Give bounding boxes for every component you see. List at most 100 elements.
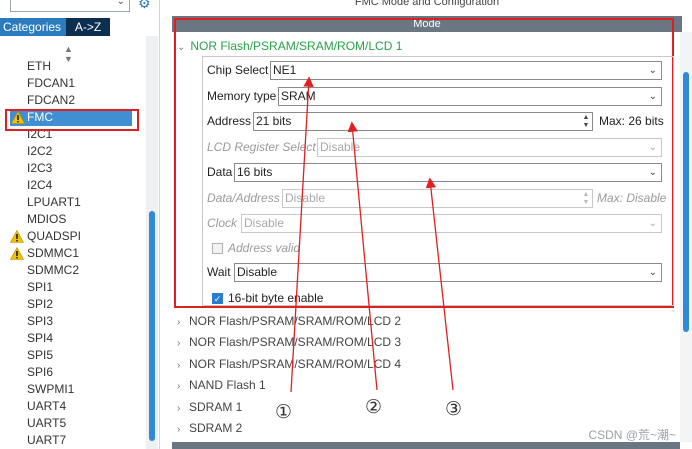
address-max: Max: 26 bits (599, 114, 664, 128)
address-row: Address 21 bits ▲ ▼ Max: 26 bits (207, 112, 667, 131)
sidebar-tabs: Categories A->Z (0, 18, 160, 36)
section-nor1-header[interactable]: ⌄ NOR Flash/PSRAM/SRAM/ROM/LCD 1 (177, 39, 402, 53)
sidebar-item-label: I2C2 (27, 144, 53, 158)
chevron-down-icon: ⌄ (648, 167, 657, 178)
sidebar-item-swpmi1[interactable]: SWPMI1 (0, 381, 146, 398)
sidebar-item-label: SPI1 (27, 280, 54, 294)
warning-icon (10, 230, 24, 243)
sidebar-item-spi3[interactable]: SPI3 (0, 313, 146, 330)
data-address-stepper[interactable]: Disable ▲ ▼ (282, 189, 593, 208)
memory-type-row: Memory type SRAM ⌄ (207, 87, 667, 106)
section-nor4[interactable]: › NOR Flash/PSRAM/SRAM/ROM/LCD 4 (177, 357, 401, 371)
spinner-arrows-icon[interactable]: ▲ ▼ (581, 191, 591, 207)
address-valid-checkbox[interactable] (212, 243, 223, 254)
sidebar-item-sdmmc2[interactable]: SDMMC2 (0, 262, 146, 279)
clock-label: Clock (207, 216, 238, 230)
sidebar-item-label: SPI5 (27, 348, 54, 362)
section-nor2[interactable]: › NOR Flash/PSRAM/SRAM/ROM/LCD 2 (177, 314, 401, 328)
sidebar-item-label: UART7 (27, 433, 67, 447)
sidebar-item-spi1[interactable]: SPI1 (0, 279, 146, 296)
tab-a-z[interactable]: A->Z (66, 18, 110, 36)
sidebar-item-lpuart1[interactable]: LPUART1 (0, 194, 146, 211)
address-stepper[interactable]: 21 bits ▲ ▼ (253, 112, 593, 131)
sidebar-item-label: SWPMI1 (27, 382, 75, 396)
annotation-label-2: ② (365, 396, 383, 418)
section-sdram2[interactable]: › SDRAM 2 (177, 421, 242, 435)
sidebar-item-uart5[interactable]: UART5 (0, 415, 146, 432)
address-valid-row: Address valid (207, 239, 667, 258)
memory-type-label: Memory type (207, 89, 277, 103)
sidebar-item-uart7[interactable]: UART7 (0, 432, 146, 449)
sidebar-item-label: QUADSPI (27, 229, 82, 243)
sidebar-item-eth[interactable]: ETH (0, 58, 146, 75)
sidebar-item-uart4[interactable]: UART4 (0, 398, 146, 415)
sidebar-scrollbar-thumb[interactable] (149, 211, 155, 441)
tab-categories[interactable]: Categories (0, 18, 66, 36)
chevron-down-icon: ⌄ (648, 65, 657, 76)
chevron-right-icon[interactable]: › (177, 381, 189, 392)
sidebar-item-label: SPI3 (27, 314, 54, 328)
sidebar-item-label: ETH (27, 59, 51, 73)
data-address-value: Disable (285, 191, 326, 205)
lcd-register-select-dropdown[interactable]: Disable ⌄ (317, 138, 662, 157)
section-nor3[interactable]: › NOR Flash/PSRAM/SRAM/ROM/LCD 3 (177, 335, 401, 349)
chevron-down-icon: ⌄ (648, 142, 657, 153)
chevron-right-icon[interactable]: › (177, 403, 189, 414)
clock-row: Clock Disable ⌄ (207, 214, 667, 233)
spinner-arrows-icon[interactable]: ▲ ▼ (581, 114, 591, 130)
sidebar-item-spi5[interactable]: SPI5 (0, 347, 146, 364)
sidebar-item-i2c3[interactable]: I2C3 (0, 160, 146, 177)
sidebar-item-sdmmc1[interactable]: SDMMC1 (0, 245, 146, 262)
chevron-right-icon[interactable]: › (177, 424, 189, 435)
memory-type-value: SRAM (281, 89, 316, 103)
sidebar-item-spi2[interactable]: SPI2 (0, 296, 146, 313)
chip-select-value: NE1 (273, 63, 297, 77)
sidebar-item-i2c2[interactable]: I2C2 (0, 143, 146, 160)
wait-dropdown[interactable]: Disable ⌄ (234, 263, 662, 282)
sidebar-item-label: LPUART1 (27, 195, 81, 209)
search-combo[interactable]: ⌄ (10, 0, 130, 12)
sidebar-item-label: UART4 (27, 399, 67, 413)
annotation-label-3: ③ (445, 398, 463, 420)
wait-value: Disable (237, 265, 278, 279)
sidebar-item-spi4[interactable]: SPI4 (0, 330, 146, 347)
sidebar-item-spi6[interactable]: SPI6 (0, 364, 146, 381)
configuration-header-bar (172, 442, 680, 449)
lcd-register-select-value: Disable (320, 140, 361, 154)
wait-label: Wait (207, 265, 231, 279)
lcd-register-select-row: LCD Register Select Disable ⌄ (207, 138, 667, 157)
section-nand1[interactable]: › NAND Flash 1 (177, 378, 266, 392)
section-sdram2-label: SDRAM 2 (189, 421, 243, 435)
chip-select-dropdown[interactable]: NE1 ⌄ (270, 61, 662, 80)
section-sdram1-label: SDRAM 1 (189, 400, 243, 414)
section-nor2-label: NOR Flash/PSRAM/SRAM/ROM/LCD 2 (189, 314, 402, 328)
sidebar-item-i2c4[interactable]: I2C4 (0, 177, 146, 194)
section-nor4-label: NOR Flash/PSRAM/SRAM/ROM/LCD 4 (189, 357, 402, 371)
warning-icon (10, 247, 24, 260)
annotation-label-1: ① (275, 401, 293, 423)
sidebar-item-fdcan2[interactable]: FDCAN2 (0, 92, 146, 109)
address-value: 21 bits (256, 114, 292, 128)
byte-enable-checkbox[interactable]: ✓ (212, 293, 223, 304)
sidebar-item-mdios[interactable]: MDIOS (0, 211, 146, 228)
chevron-down-icon[interactable]: ⌄ (117, 0, 125, 7)
sidebar-item-label: SPI4 (27, 331, 54, 345)
sidebar-scrollbar[interactable] (146, 36, 158, 449)
clock-dropdown[interactable]: Disable ⌄ (241, 214, 662, 233)
sidebar-item-quadspi[interactable]: QUADSPI (0, 228, 146, 245)
config-scrollbar[interactable] (680, 32, 692, 442)
address-label: Address (207, 114, 252, 128)
chip-select-row: Chip Select NE1 ⌄ (207, 61, 667, 80)
data-dropdown[interactable]: 16 bits ⌄ (234, 163, 662, 182)
config-scrollbar-thumb[interactable] (683, 72, 689, 332)
section-sdram1[interactable]: › SDRAM 1 (177, 400, 242, 414)
chevron-down-icon[interactable]: ⌄ (177, 42, 187, 53)
chevron-right-icon[interactable]: › (177, 360, 189, 371)
chevron-right-icon[interactable]: › (177, 317, 189, 328)
memory-type-dropdown[interactable]: SRAM ⌄ (278, 87, 662, 106)
sidebar-item-fdcan1[interactable]: FDCAN1 (0, 75, 146, 92)
sidebar-item-label: SDMMC1 (27, 246, 80, 260)
gear-icon[interactable]: ⚙ (138, 0, 154, 12)
chevron-right-icon[interactable]: › (177, 338, 189, 349)
sidebar-item-label: SPI6 (27, 365, 54, 379)
